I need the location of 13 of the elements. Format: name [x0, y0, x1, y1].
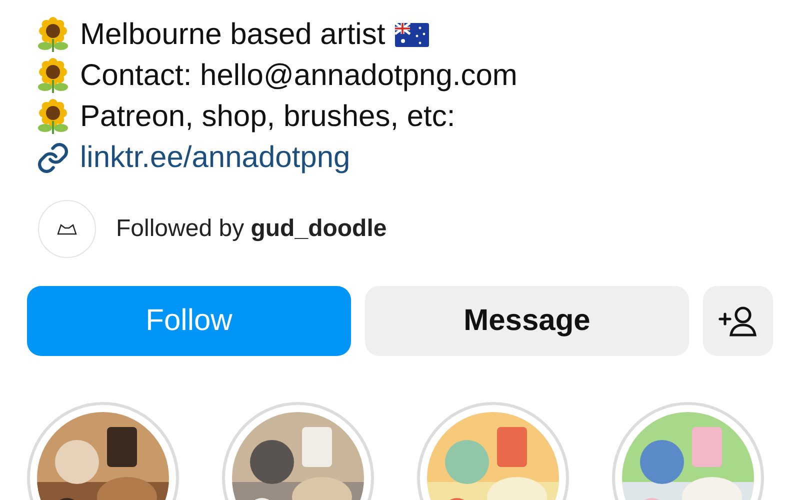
link-icon	[36, 140, 70, 174]
bio-text: Contact: hello@annadotpng.com	[80, 58, 518, 92]
message-button[interactable]: Message	[365, 286, 689, 356]
add-person-icon	[718, 305, 758, 337]
cat-icon	[55, 223, 79, 235]
sunflower-icon	[36, 58, 70, 94]
bio-text: Melbourne based artist	[80, 18, 386, 52]
sunflower-icon	[36, 98, 70, 134]
add-person-button[interactable]	[703, 286, 773, 356]
bio-link[interactable]: linktr.ee/annadotpng	[80, 140, 350, 174]
bio-text: Patreon, shop, brushes, etc:	[80, 100, 456, 134]
followed-by-text[interactable]: Followed by gud_doodle	[116, 215, 387, 243]
sunflower-icon	[36, 16, 70, 52]
